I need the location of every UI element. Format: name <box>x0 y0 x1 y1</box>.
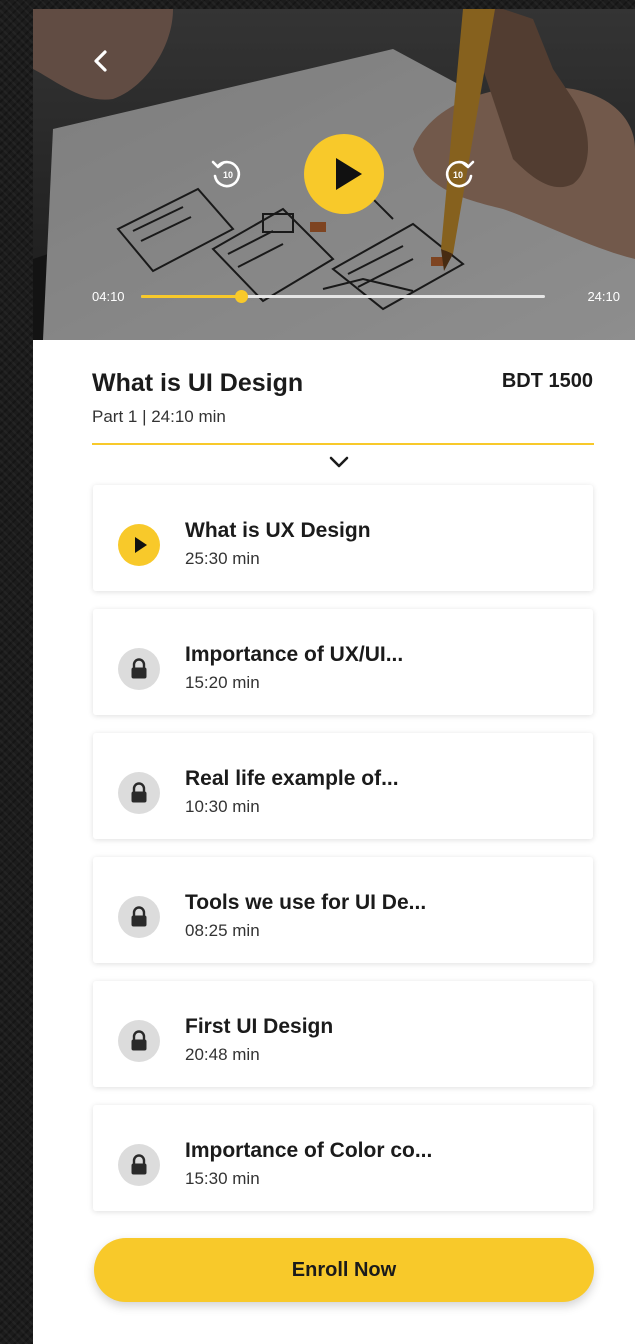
play-icon <box>336 158 362 190</box>
lesson-title: First UI Design <box>185 1015 334 1038</box>
lesson-item[interactable]: First UI Design 20:48 min <box>93 981 593 1087</box>
rewind-seconds-label: 10 <box>223 170 233 180</box>
lock-icon <box>118 1144 160 1186</box>
lesson-duration: 15:30 min <box>185 1169 260 1188</box>
lesson-item[interactable]: Importance of UX/UI... 15:20 min <box>93 609 593 715</box>
lesson-title: What is UX Design <box>185 519 371 542</box>
section-divider <box>92 443 594 445</box>
lesson-duration: 08:25 min <box>185 921 260 940</box>
lesson-item[interactable]: Importance of Color co... 15:30 min <box>93 1105 593 1211</box>
collapse-toggle[interactable] <box>327 453 351 471</box>
forward-10-button[interactable]: 10 <box>441 156 477 192</box>
lesson-list: What is UX Design 25:30 min Importance of … <box>93 485 593 1229</box>
course-title: What is UI Design <box>92 369 304 397</box>
lesson-title: Tools we use for UI De... <box>185 891 427 914</box>
play-icon <box>118 524 160 566</box>
course-meta: Part 1 | 24:10 min <box>92 407 226 426</box>
lock-icon <box>118 1020 160 1062</box>
fast-forward-icon: 10 <box>445 160 475 188</box>
enroll-now-button[interactable]: Enroll Now <box>94 1238 594 1302</box>
lesson-duration: 20:48 min <box>185 1045 260 1064</box>
seek-bar[interactable] <box>141 290 545 303</box>
course-price: BDT 1500 <box>501 370 593 392</box>
lesson-title: Importance of Color co... <box>185 1139 433 1162</box>
lesson-item[interactable]: What is UX Design 25:30 min <box>93 485 593 591</box>
lesson-item[interactable]: Real life example of... 10:30 min <box>93 733 593 839</box>
back-button[interactable] <box>87 47 115 75</box>
lock-icon <box>118 896 160 938</box>
rewind-icon: 10 <box>211 160 241 188</box>
forward-seconds-label: 10 <box>453 170 463 180</box>
lesson-title: Importance of UX/UI... <box>185 643 404 666</box>
lesson-duration: 25:30 min <box>185 549 260 568</box>
lesson-item[interactable]: Tools we use for UI De... 08:25 min <box>93 857 593 963</box>
lesson-duration: 15:20 min <box>185 673 260 692</box>
lesson-duration: 10:30 min <box>185 797 260 816</box>
chevron-left-icon <box>94 50 107 72</box>
seek-bar-progress <box>141 295 241 298</box>
chevron-down-icon <box>329 456 349 468</box>
lesson-title: Real life example of... <box>185 767 399 790</box>
lock-icon <box>118 772 160 814</box>
app-screen: 10 10 04:10 24:10 What is UI Design BDT … <box>33 9 635 1344</box>
rewind-10-button[interactable]: 10 <box>209 156 245 192</box>
play-button[interactable] <box>304 134 384 214</box>
lock-icon <box>118 648 160 690</box>
current-time: 04:10 <box>92 289 125 304</box>
total-time: 24:10 <box>587 289 620 304</box>
video-player[interactable]: 10 10 04:10 24:10 <box>33 9 635 340</box>
seek-bar-handle[interactable] <box>234 290 248 303</box>
